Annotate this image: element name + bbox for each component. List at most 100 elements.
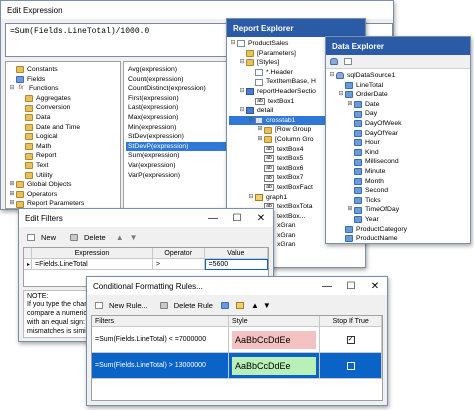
category-item[interactable]: ⊟ fx Functions bbox=[8, 84, 118, 94]
expand-icon[interactable]: ⊞ bbox=[8, 190, 16, 200]
move-down-icon[interactable]: ▼ bbox=[130, 233, 138, 242]
data-tree-item[interactable]: DayOfYear bbox=[328, 129, 468, 139]
expand-icon[interactable]: ⊞ bbox=[8, 199, 16, 208]
data-tree-item[interactable]: Millisecond bbox=[328, 157, 468, 167]
category-item[interactable]: Utility bbox=[8, 171, 118, 181]
expand-icon[interactable]: ⊞ bbox=[256, 135, 264, 145]
category-item[interactable]: Conversion bbox=[8, 103, 118, 113]
data-explorer-tree[interactable]: ⊟ sqlDataSource1 LineTotal ⊟ OrderDate ⊞ Date D… bbox=[326, 69, 470, 243]
minimize-icon[interactable]: — bbox=[201, 209, 225, 227]
expand-icon[interactable]: ⊞ bbox=[346, 205, 354, 215]
expression-text[interactable]: =Sum(Fields.LineTotal)/1000.0 bbox=[10, 27, 149, 36]
category-item[interactable]: Text bbox=[8, 161, 118, 171]
delete-rule-button[interactable]: Delete Rule bbox=[156, 297, 217, 313]
data-tree-item[interactable]: ⊟ OrderDate bbox=[328, 90, 468, 100]
close-icon[interactable]: ✕ bbox=[249, 209, 273, 227]
category-item[interactable]: Date and Time bbox=[8, 123, 118, 133]
stop-if-true-cell[interactable]: ✓ bbox=[320, 327, 382, 353]
data-tree-item[interactable]: Year bbox=[328, 215, 468, 225]
table-row[interactable]: =Sum(Fields.LineTotal) > 13000000 AaBbCcD… bbox=[92, 353, 382, 379]
data-tree-item[interactable]: Minute bbox=[328, 167, 468, 177]
move-up-icon[interactable]: ▲ bbox=[251, 301, 259, 310]
data-tree-item[interactable]: ⊞ TimeOfDay bbox=[328, 205, 468, 215]
maximize-icon[interactable]: ☐ bbox=[225, 209, 249, 227]
expand-icon[interactable]: ⊞ bbox=[256, 125, 264, 135]
function-item[interactable]: Avg(expression) bbox=[126, 65, 232, 75]
category-tree[interactable]: Constants Fields ⊟ fx Functions Aggregates Con… bbox=[5, 61, 121, 209]
function-item[interactable]: StDevP(expression) bbox=[126, 141, 232, 152]
data-tree-item[interactable]: Second bbox=[328, 186, 468, 196]
refresh-icon[interactable] bbox=[344, 58, 352, 65]
expand-icon[interactable]: ⊞ bbox=[8, 180, 16, 190]
data-explorer-titlebar[interactable]: Data Explorer bbox=[326, 37, 470, 55]
function-item[interactable]: Min(expression) bbox=[126, 123, 232, 133]
edit-filters-titlebar[interactable]: Edit Filters — ☐ ✕ bbox=[19, 209, 273, 227]
filter-value-input[interactable]: =5600 bbox=[204, 259, 268, 270]
table-row[interactable]: =Sum(Fields.LineTotal) < =7000000 AaBbCcD… bbox=[92, 327, 382, 353]
function-item[interactable]: Sum(expression) bbox=[126, 151, 232, 161]
data-tree-item[interactable]: ⊞ Date bbox=[328, 100, 468, 110]
move-up-icon[interactable]: ▲ bbox=[116, 233, 124, 242]
minimize-icon[interactable]: — bbox=[315, 277, 339, 295]
category-item[interactable]: Logical bbox=[8, 132, 118, 142]
collapse-icon[interactable]: ⊟ bbox=[229, 39, 237, 49]
collapse-icon[interactable]: ⊟ bbox=[238, 106, 246, 116]
category-item[interactable]: ⊞ Global Objects bbox=[8, 180, 118, 190]
conditional-formatting-titlebar[interactable]: Conditional Formatting Rules... — ☐ ✕ bbox=[87, 277, 387, 295]
data-tree-item[interactable]: ProductCategory bbox=[328, 225, 468, 235]
rule-style-cell[interactable]: AaBbCcDdEe bbox=[229, 353, 321, 379]
data-tree-item[interactable]: Ticks bbox=[328, 196, 468, 206]
stop-if-true-checkbox[interactable] bbox=[346, 361, 355, 370]
collapse-icon[interactable]: ⊟ bbox=[328, 71, 336, 81]
function-item[interactable]: CountDistinct(expression) bbox=[126, 84, 232, 94]
category-item[interactable]: ⊞ Operators bbox=[8, 190, 118, 200]
filter-expression-cell[interactable]: =Fields.LineTotal bbox=[31, 259, 153, 270]
collapse-icon[interactable]: ⊟ bbox=[8, 84, 16, 94]
filter-operator-cell[interactable]: > bbox=[152, 259, 205, 270]
data-tree-item[interactable]: Day bbox=[328, 109, 468, 119]
function-item[interactable]: Count(expression) bbox=[126, 75, 232, 85]
rule-style-cell[interactable]: AaBbCcDdEe bbox=[229, 327, 321, 353]
collapse-icon[interactable]: ⊟ bbox=[238, 87, 246, 97]
data-tree-item[interactable]: Month bbox=[328, 177, 468, 187]
collapse-icon[interactable]: ⊟ bbox=[247, 116, 255, 126]
maximize-icon[interactable]: ☐ bbox=[339, 277, 363, 295]
collapse-icon[interactable]: ⊟ bbox=[238, 58, 246, 68]
category-item[interactable]: Constants bbox=[8, 65, 118, 75]
move-down-icon[interactable]: ▼ bbox=[263, 301, 271, 310]
category-item[interactable]: Data bbox=[8, 113, 118, 123]
collapse-icon[interactable]: ⊟ bbox=[337, 90, 345, 100]
function-list[interactable]: Avg(expression) Count(expression) CountDis… bbox=[123, 61, 235, 209]
add-datasource-icon[interactable] bbox=[330, 58, 338, 65]
data-tree-item[interactable]: ⊟ sqlDataSource1 bbox=[328, 71, 468, 81]
new-filter-button[interactable]: New bbox=[23, 229, 60, 245]
data-tree-item[interactable]: DayOfWeek bbox=[328, 119, 468, 129]
rule-filter-cell[interactable]: =Sum(Fields.LineTotal) > 13000000 bbox=[92, 353, 230, 379]
function-item[interactable]: VarP(expression) bbox=[126, 171, 232, 181]
collapse-icon[interactable]: ⊟ bbox=[247, 193, 255, 203]
category-item[interactable]: Report bbox=[8, 151, 118, 161]
function-item[interactable]: Var(expression) bbox=[126, 161, 232, 171]
function-item[interactable]: Max(expression) bbox=[126, 113, 232, 123]
table-row[interactable]: ▸ =Fields.LineTotal > =5600 bbox=[24, 259, 268, 270]
rule-filter-cell[interactable]: =Sum(Fields.LineTotal) < =7000000 bbox=[92, 327, 230, 353]
stop-if-true-checkbox[interactable]: ✓ bbox=[346, 335, 355, 344]
delete-filter-button[interactable]: Delete bbox=[66, 229, 110, 245]
edit-expression-titlebar[interactable]: Edit Expression bbox=[1, 1, 393, 19]
new-rule-button[interactable]: New Rule... bbox=[91, 297, 152, 313]
category-item[interactable]: Fields bbox=[8, 75, 118, 85]
data-tree-item[interactable]: Hour bbox=[328, 138, 468, 148]
data-tree-item[interactable]: Kind bbox=[328, 148, 468, 158]
copy-rule-icon[interactable] bbox=[235, 301, 244, 309]
data-tree-item[interactable]: LineTotal bbox=[328, 81, 468, 91]
edit-rule-icon[interactable] bbox=[220, 301, 229, 309]
report-explorer-titlebar[interactable]: Report Explorer bbox=[227, 19, 365, 37]
function-item[interactable]: StDev(expression) bbox=[126, 132, 232, 142]
category-item[interactable]: Math bbox=[8, 142, 118, 152]
rules-grid[interactable]: Filters Style Stop If True =Sum(Fields.L… bbox=[91, 315, 383, 401]
expand-icon[interactable]: ⊞ bbox=[346, 100, 354, 110]
category-item[interactable]: Aggregates bbox=[8, 94, 118, 104]
function-item[interactable]: First(expression) bbox=[126, 94, 232, 104]
close-icon[interactable]: ✕ bbox=[363, 277, 387, 295]
function-item[interactable]: Last(expression) bbox=[126, 103, 232, 113]
